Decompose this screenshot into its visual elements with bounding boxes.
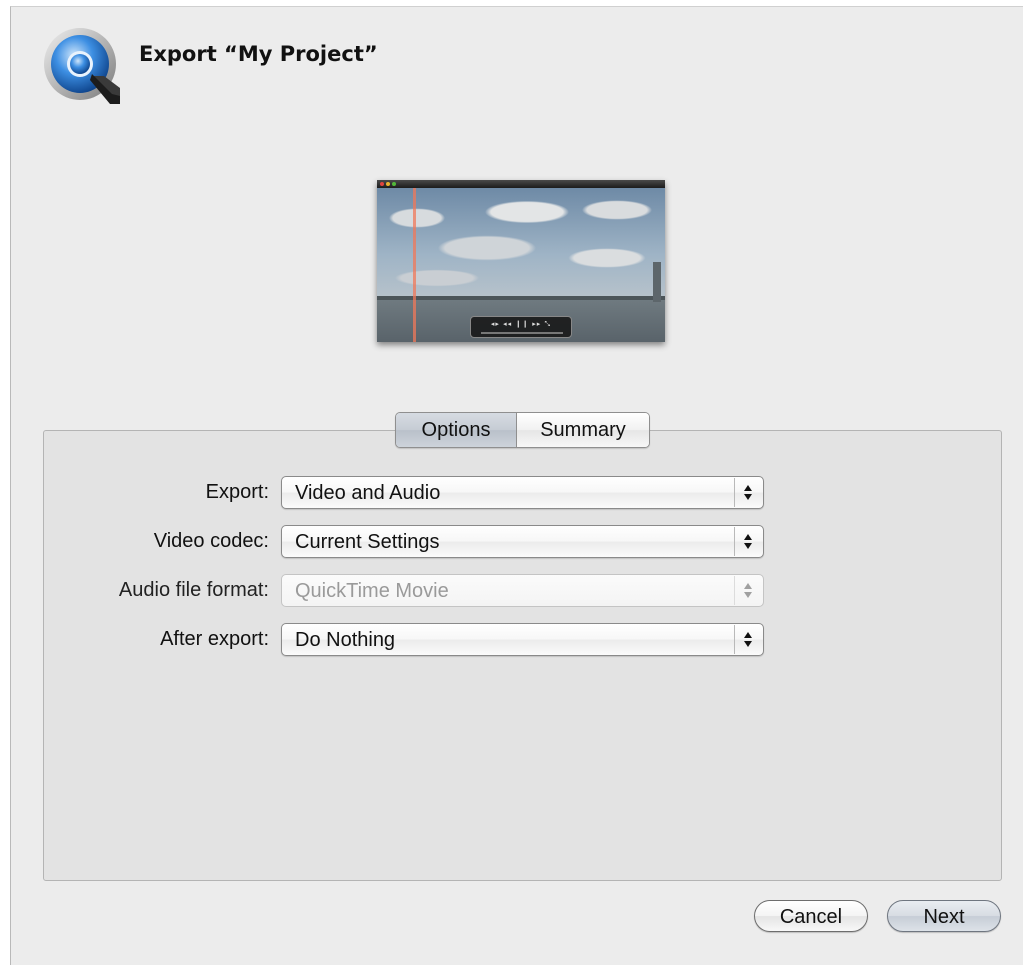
popup-arrows-icon [734,625,762,654]
playback-controls: ◂▸ ◂◂ ❙❙ ▸▸ ⤡ [470,316,572,338]
preview-sky [377,188,665,300]
popup-arrows-icon [734,527,762,556]
audio-file-format-label: Audio file format: [118,579,269,601]
preview-playhead-line [413,188,416,342]
export-label: Export: [205,481,269,503]
dialog-title: Export “My Project” [139,42,378,66]
audio-file-format-value: QuickTime Movie [295,580,449,602]
tab-options[interactable]: Options [396,413,517,447]
movie-preview: ◂▸ ◂◂ ❙❙ ▸▸ ⤡ [377,180,665,342]
after-export-label: After export: [160,628,269,650]
popup-arrows-icon [734,576,762,605]
tab-bar: Options Summary [395,412,650,448]
audio-file-format-popup: QuickTime Movie [281,574,764,607]
preview-bridge-tower [653,262,661,302]
quicktime-icon [42,26,122,106]
export-value: Video and Audio [295,482,441,504]
video-codec-value: Current Settings [295,531,440,553]
after-export-popup[interactable]: Do Nothing [281,623,764,656]
video-codec-label: Video codec: [153,530,269,552]
minimize-dot-icon [386,182,390,186]
zoom-dot-icon [392,182,396,186]
tab-summary[interactable]: Summary [517,413,649,447]
cancel-button[interactable]: Cancel [754,900,868,932]
video-codec-popup[interactable]: Current Settings [281,525,764,558]
playback-controls-icon: ◂▸ ◂◂ ❙❙ ▸▸ ⤡ [490,320,552,328]
playback-scrubber [481,332,563,334]
export-popup[interactable]: Video and Audio [281,476,764,509]
preview-titlebar [377,180,665,188]
popup-arrows-icon [734,478,762,507]
close-dot-icon [380,182,384,186]
after-export-value: Do Nothing [295,629,396,651]
next-button[interactable]: Next [887,900,1001,932]
